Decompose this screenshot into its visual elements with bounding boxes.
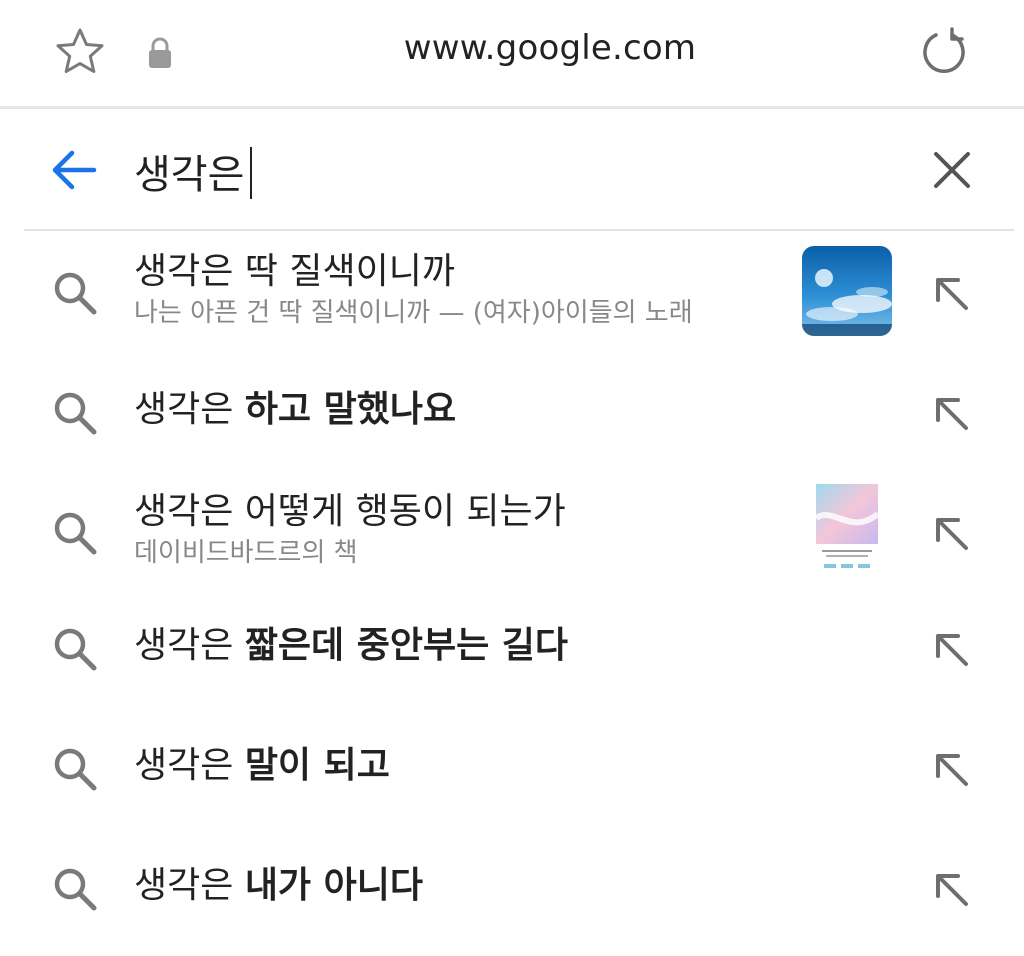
search-icon bbox=[54, 748, 97, 791]
suggestion-title: 생각은 어떻게 행동이 되는가 bbox=[134, 491, 566, 532]
suggestion-item[interactable]: 생각은 하고 말했나요 bbox=[0, 360, 1024, 460]
suggestion-title: 생각은 하고 말했나요 bbox=[134, 389, 457, 430]
arrow-up-left-icon[interactable] bbox=[930, 392, 974, 436]
search-icon bbox=[54, 272, 97, 315]
url-text[interactable]: www.google.com bbox=[330, 28, 770, 68]
arrow-up-left-icon[interactable] bbox=[930, 272, 974, 316]
search-icon bbox=[54, 868, 97, 911]
reload-icon[interactable] bbox=[918, 26, 970, 78]
search-row: 생각은 bbox=[0, 110, 1024, 230]
search-query-text: 생각은 bbox=[134, 152, 245, 198]
search-icon bbox=[54, 512, 97, 555]
suggestion-text: 생각은 내가 아니다 bbox=[134, 864, 423, 908]
suggestion-subtitle: 나는 아픈 건 딱 질색이니까 — (여자)아이들의 노래 bbox=[134, 298, 693, 328]
address-bar-divider bbox=[0, 106, 1024, 109]
arrow-up-left-icon[interactable] bbox=[930, 748, 974, 792]
lock-icon bbox=[149, 37, 171, 68]
suggestion-title: 생각은 내가 아니다 bbox=[134, 865, 423, 906]
suggestion-text: 생각은 딱 질색이니까 나는 아픈 건 딱 질색이니까 — (여자)아이들의 노… bbox=[134, 250, 693, 330]
suggestion-text: 생각은 어떻게 행동이 되는가 데이비드바드르의 책 bbox=[134, 490, 566, 570]
star-icon[interactable] bbox=[54, 26, 106, 78]
suggestion-item[interactable]: 생각은 짧은데 중안부는 길다 bbox=[0, 598, 1024, 698]
suggestion-title: 생각은 딱 질색이니까 bbox=[134, 251, 455, 292]
address-bar: www.google.com bbox=[0, 0, 1024, 109]
suggestion-text: 생각은 말이 되고 bbox=[134, 744, 390, 788]
album-cover-thumbnail bbox=[802, 246, 892, 336]
arrow-up-left-icon[interactable] bbox=[930, 512, 974, 556]
arrow-up-left-icon[interactable] bbox=[930, 628, 974, 672]
suggestion-title: 생각은 짧은데 중안부는 길다 bbox=[134, 625, 568, 666]
search-divider bbox=[24, 229, 1014, 231]
suggestion-subtitle: 데이비드바드르의 책 bbox=[134, 538, 358, 568]
suggestion-text: 생각은 짧은데 중안부는 길다 bbox=[134, 624, 568, 668]
suggestion-item[interactable]: 생각은 내가 아니다 bbox=[0, 838, 1024, 938]
book-cover-thumbnail bbox=[816, 484, 878, 576]
suggestion-title: 생각은 말이 되고 bbox=[134, 745, 390, 786]
search-icon bbox=[54, 628, 97, 671]
text-cursor bbox=[250, 147, 253, 199]
search-icon bbox=[54, 392, 97, 435]
arrow-up-left-icon[interactable] bbox=[930, 868, 974, 912]
suggestion-text: 생각은 하고 말했나요 bbox=[134, 388, 456, 432]
search-input[interactable]: 생각은 bbox=[134, 142, 253, 200]
back-arrow-icon[interactable] bbox=[48, 148, 100, 192]
suggestion-item[interactable]: 생각은 말이 되고 bbox=[0, 718, 1024, 818]
close-icon[interactable] bbox=[930, 148, 974, 192]
